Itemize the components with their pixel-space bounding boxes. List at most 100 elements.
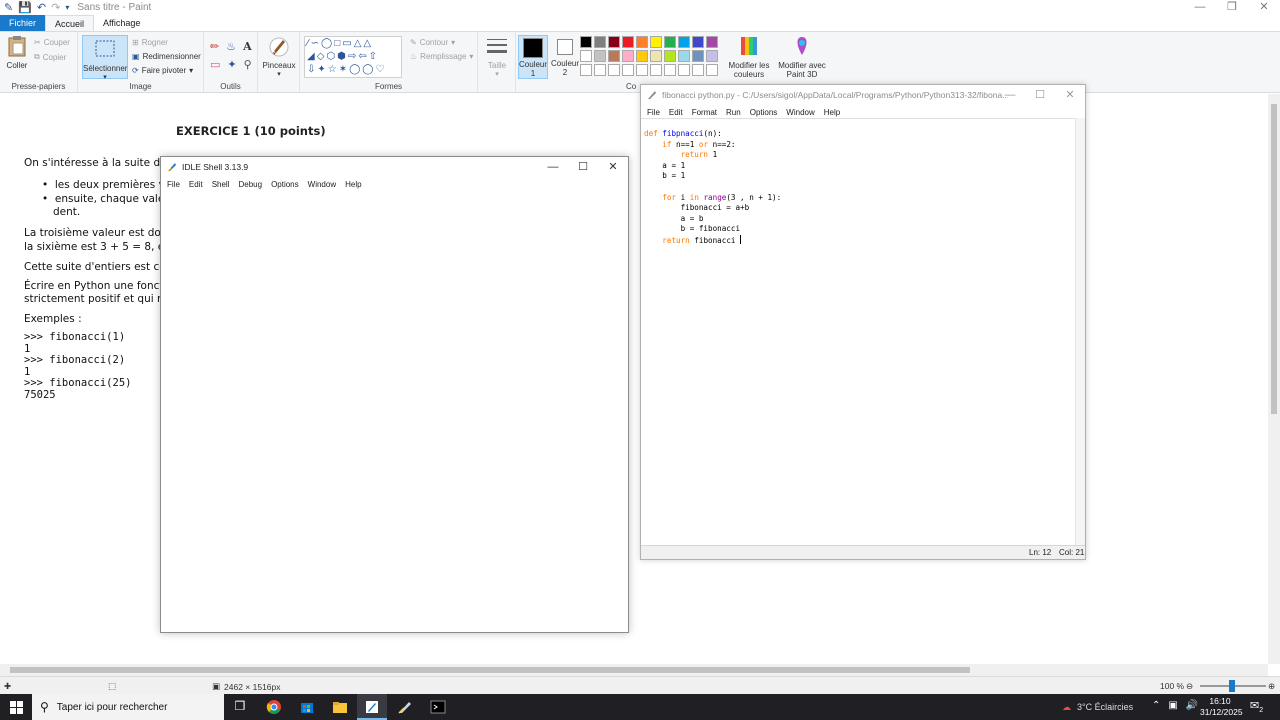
- paste-button[interactable]: Coller: [4, 35, 30, 70]
- menu-file[interactable]: File: [167, 180, 180, 189]
- maximize-icon[interactable]: ☐: [1025, 85, 1055, 105]
- menu-debug[interactable]: Debug: [238, 180, 262, 189]
- color-swatch[interactable]: [622, 36, 634, 48]
- color2-button[interactable]: Couleur 2: [550, 35, 580, 77]
- color-swatch[interactable]: [594, 50, 606, 62]
- menu-options[interactable]: Options: [271, 180, 299, 189]
- weather-widget[interactable]: ☁ 3°C Éclaircies: [1062, 694, 1133, 720]
- color-swatch[interactable]: [678, 50, 690, 62]
- magnifier-icon[interactable]: ⚲: [244, 58, 252, 71]
- scrollbar-thumb[interactable]: [10, 667, 970, 673]
- edit-colors-button[interactable]: Modifier les couleurs: [728, 35, 770, 79]
- color-swatch[interactable]: [706, 64, 718, 76]
- tab-home[interactable]: Accueil: [45, 15, 95, 31]
- color-swatch[interactable]: [622, 50, 634, 62]
- zoom-slider[interactable]: [1200, 680, 1266, 692]
- resize-button[interactable]: ▣ Redimensionner: [132, 52, 201, 61]
- chevron-up-icon[interactable]: ⌃: [1152, 700, 1160, 711]
- file-explorer-icon[interactable]: [332, 699, 348, 715]
- color-swatch[interactable]: [692, 50, 704, 62]
- pencil-icon[interactable]: ✏: [210, 40, 219, 53]
- color-swatch[interactable]: [706, 36, 718, 48]
- start-button[interactable]: [0, 694, 32, 720]
- menu-window[interactable]: Window: [308, 180, 336, 189]
- idle-shell-text-area[interactable]: [161, 191, 628, 632]
- paint3d-button[interactable]: Modifier avec Paint 3D: [778, 35, 826, 79]
- color1-button[interactable]: Couleur 1: [518, 35, 548, 79]
- menu-help[interactable]: Help: [824, 108, 840, 117]
- color-swatch[interactable]: [580, 64, 592, 76]
- eraser-icon[interactable]: ▭: [210, 58, 220, 71]
- color-swatch[interactable]: [636, 64, 648, 76]
- customize-qa-icon[interactable]: ▾: [65, 3, 69, 12]
- task-view-icon[interactable]: ❒: [232, 699, 248, 715]
- zoom-in-icon[interactable]: ⊕: [1268, 681, 1275, 692]
- color-swatch[interactable]: [622, 64, 634, 76]
- color-swatch[interactable]: [692, 64, 704, 76]
- color-swatch[interactable]: [650, 64, 662, 76]
- close-icon[interactable]: ✕: [1248, 0, 1280, 15]
- terminal-taskbar-icon[interactable]: [430, 699, 446, 715]
- close-icon[interactable]: ✕: [598, 157, 628, 177]
- color-swatch[interactable]: [608, 50, 620, 62]
- redo-icon[interactable]: ↷: [51, 1, 60, 14]
- fill-bucket-icon[interactable]: ♨: [226, 40, 236, 53]
- color-swatch[interactable]: [594, 36, 606, 48]
- menu-file[interactable]: File: [647, 108, 660, 117]
- color-swatch[interactable]: [650, 36, 662, 48]
- color-swatch[interactable]: [594, 64, 606, 76]
- outline-button[interactable]: ✎ Contour ▾: [410, 38, 455, 47]
- tab-file[interactable]: Fichier: [0, 15, 46, 31]
- color-picker-icon[interactable]: ✦: [227, 58, 236, 71]
- text-icon[interactable]: A: [243, 40, 252, 53]
- undo-icon[interactable]: ↶: [37, 1, 46, 14]
- volume-icon[interactable]: 🔊: [1186, 700, 1198, 711]
- rotate-button[interactable]: ⟳ Faire pivoter ▾: [132, 66, 193, 75]
- shapes-gallery[interactable]: ∕∽◯□▭△△ ◢◇⬡⬢⇨⇦⇧ ⇩✦☆✶◯◯♡: [304, 36, 402, 78]
- store-icon[interactable]: [299, 699, 315, 715]
- color-swatch[interactable]: [636, 50, 648, 62]
- select-button[interactable]: Sélectionner ▾: [82, 35, 128, 81]
- color-swatch[interactable]: [664, 64, 676, 76]
- scrollbar-thumb[interactable]: [1271, 104, 1277, 414]
- maximize-icon[interactable]: ❐: [1216, 0, 1248, 15]
- crop-button[interactable]: ⊞ Rogner: [132, 38, 168, 47]
- notifications-icon[interactable]: ✉2: [1250, 699, 1263, 714]
- menu-window[interactable]: Window: [786, 108, 814, 117]
- menu-run[interactable]: Run: [726, 108, 741, 117]
- menu-edit[interactable]: Edit: [189, 180, 203, 189]
- menu-options[interactable]: Options: [750, 108, 778, 117]
- paint-horizontal-scrollbar[interactable]: [0, 664, 1268, 676]
- chrome-icon[interactable]: [266, 699, 282, 715]
- color-swatch[interactable]: [650, 50, 662, 62]
- color-swatch[interactable]: [580, 36, 592, 48]
- minimize-icon[interactable]: —: [1184, 0, 1216, 15]
- color-swatch[interactable]: [706, 50, 718, 62]
- color-swatch[interactable]: [664, 36, 676, 48]
- color-swatch[interactable]: [678, 64, 690, 76]
- menu-format[interactable]: Format: [692, 108, 717, 117]
- clock[interactable]: 16:10 31/12/2025: [1200, 696, 1243, 718]
- editor-vertical-scrollbar[interactable]: [1075, 118, 1085, 546]
- idle-taskbar-icon[interactable]: [397, 699, 413, 715]
- paint-vertical-scrollbar[interactable]: [1268, 94, 1280, 664]
- menu-help[interactable]: Help: [345, 180, 361, 189]
- copy-button[interactable]: ⧉ Copier: [34, 52, 66, 62]
- color-swatch[interactable]: [636, 36, 648, 48]
- fill-button[interactable]: ♨ Remplissage ▾: [410, 52, 473, 61]
- close-icon[interactable]: ✕: [1055, 85, 1085, 105]
- color-swatch[interactable]: [692, 36, 704, 48]
- network-icon[interactable]: ▣: [1168, 700, 1177, 711]
- code-editor[interactable]: def fibpnacci(n): if n==1 or n==2: retur…: [644, 129, 1073, 247]
- color-swatch[interactable]: [678, 36, 690, 48]
- save-icon[interactable]: 💾: [18, 1, 32, 14]
- maximize-icon[interactable]: ☐: [568, 157, 598, 177]
- cut-button[interactable]: ✂ Couper: [34, 38, 70, 47]
- minimize-icon[interactable]: —: [995, 85, 1025, 105]
- zoom-out-icon[interactable]: ⊖: [1186, 681, 1193, 692]
- color-swatch[interactable]: [608, 64, 620, 76]
- tab-view[interactable]: Affichage: [94, 15, 149, 31]
- brushes-button[interactable]: Pinceaux ▾: [262, 35, 296, 79]
- minimize-icon[interactable]: —: [538, 157, 568, 177]
- zoom-slider-knob[interactable]: [1229, 680, 1235, 692]
